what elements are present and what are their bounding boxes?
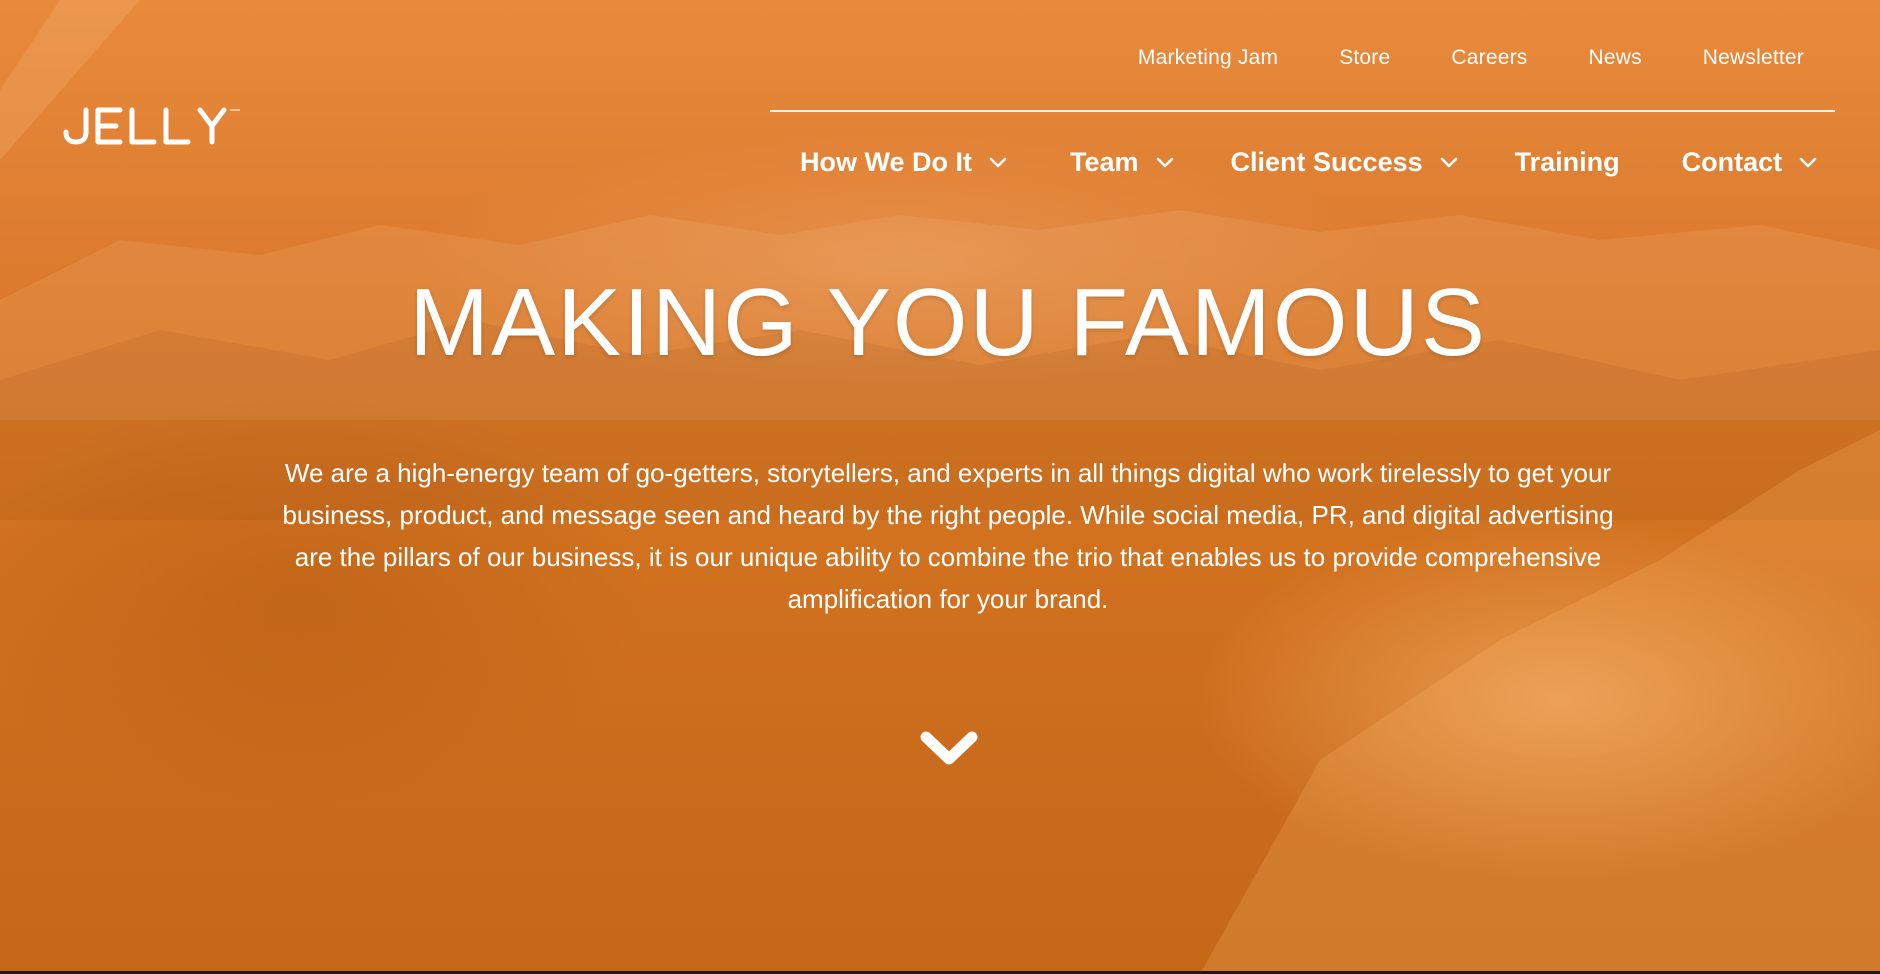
main-nav-label: How We Do It bbox=[800, 147, 972, 177]
jelly-logo[interactable] bbox=[62, 104, 246, 148]
top-nav-store[interactable]: Store bbox=[1339, 46, 1390, 70]
top-nav-news[interactable]: News bbox=[1588, 46, 1641, 70]
main-nav-client-success[interactable]: Client Success bbox=[1231, 147, 1459, 178]
chevron-down-icon bbox=[989, 157, 1007, 167]
main-nav-team[interactable]: Team bbox=[1070, 147, 1175, 178]
chevron-down-icon bbox=[1799, 157, 1817, 167]
main-nav-label: Client Success bbox=[1230, 147, 1423, 177]
top-nav-newsletter[interactable]: Newsletter bbox=[1703, 46, 1804, 70]
top-nav-marketing-jam[interactable]: Marketing Jam bbox=[1138, 46, 1278, 70]
chevron-down-icon[interactable] bbox=[918, 727, 980, 771]
hero-intro-text: We are a high-energy team of go-getters,… bbox=[282, 458, 1614, 614]
main-nav: How We Do It Team Client Success Trainin… bbox=[800, 147, 1818, 178]
hero-section: Marketing Jam Store Careers News Newslet… bbox=[0, 0, 1880, 974]
main-nav-training[interactable]: Training bbox=[1515, 147, 1620, 178]
chevron-down-icon bbox=[1156, 157, 1173, 167]
hero-headline: MAKING YOU FAMOUS bbox=[409, 269, 1487, 376]
top-utility-nav: Marketing Jam Store Careers News Newslet… bbox=[1077, 46, 1804, 70]
main-nav-label: Training bbox=[1514, 147, 1620, 177]
main-nav-contact[interactable]: Contact bbox=[1682, 147, 1819, 178]
top-nav-careers[interactable]: Careers bbox=[1451, 46, 1527, 70]
main-nav-how-we-do-it[interactable]: How We Do It bbox=[800, 147, 1008, 178]
main-nav-label: Team bbox=[1070, 147, 1139, 177]
chevron-down-icon bbox=[1440, 157, 1457, 167]
main-nav-label: Contact bbox=[1681, 147, 1783, 177]
nav-divider bbox=[770, 110, 1835, 112]
